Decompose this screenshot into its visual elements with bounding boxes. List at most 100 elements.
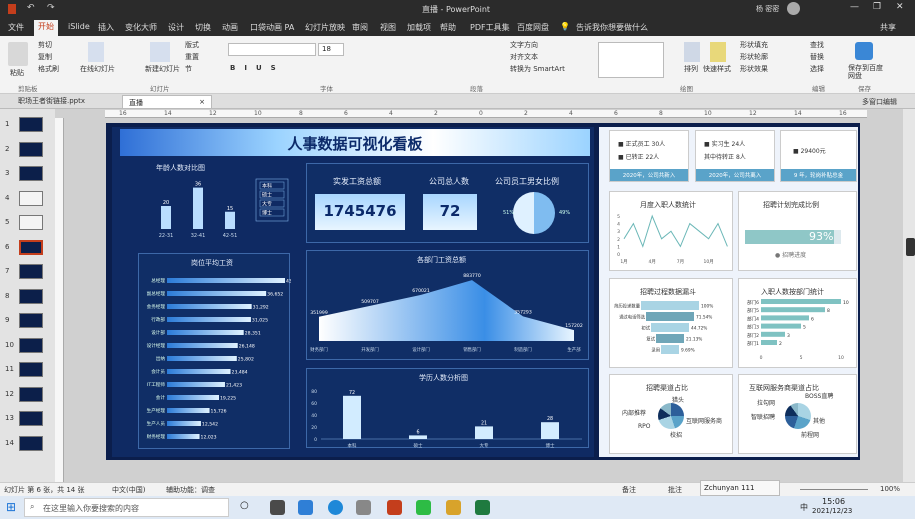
- baidu-save-button[interactable]: 保存到百度网盘: [848, 64, 884, 80]
- new-slide-button[interactable]: 新建幻灯片: [145, 64, 180, 74]
- clock-date[interactable]: 2021/12/23: [812, 507, 852, 515]
- slide[interactable]: 人事数据可视化看板 年龄人数对比图 20 22-31 36 32-41 15 42-51 本…: [106, 123, 860, 460]
- tell-me-search[interactable]: 告诉我你想要做什么: [576, 22, 648, 33]
- wechat-icon[interactable]: [416, 500, 431, 515]
- font-style-buttons[interactable]: BIUS: [230, 64, 285, 72]
- tab-close-icon[interactable]: ×: [199, 98, 205, 106]
- slide-thumbnail[interactable]: [19, 386, 43, 402]
- reset-button[interactable]: 重置: [185, 52, 199, 62]
- online-slide-icon[interactable]: [88, 42, 104, 62]
- doc-tab-2[interactable]: 直播 ×: [122, 95, 212, 109]
- new-slide-icon[interactable]: [150, 42, 170, 62]
- slide-thumbnail[interactable]: [19, 264, 43, 279]
- close-icon[interactable]: ✕: [896, 2, 904, 12]
- slide-thumbnail[interactable]: [19, 117, 43, 132]
- baidu-save-icon[interactable]: [855, 42, 873, 60]
- settings-icon[interactable]: [356, 500, 371, 515]
- maximize-icon[interactable]: ❐: [873, 2, 881, 12]
- menu-transition[interactable]: 切换: [195, 22, 211, 33]
- redo-icon[interactable]: ↷: [47, 3, 55, 13]
- menu-file[interactable]: 文件: [8, 22, 24, 33]
- find-button[interactable]: 查找: [810, 40, 824, 50]
- menu-view[interactable]: 视图: [380, 22, 396, 33]
- replace-button[interactable]: 替换: [810, 52, 824, 62]
- menu-help[interactable]: 帮助: [440, 22, 456, 33]
- share-button[interactable]: 共享: [880, 22, 896, 33]
- slide-thumbnail[interactable]: [19, 215, 43, 230]
- format-painter-button[interactable]: 格式刷: [38, 64, 59, 74]
- powerpoint-icon[interactable]: [387, 500, 402, 515]
- shape-fill-button[interactable]: 形状填充: [740, 40, 768, 50]
- slide-thumbnail[interactable]: [19, 166, 43, 181]
- menu-pdf-tools[interactable]: PDF工具集: [470, 22, 510, 33]
- paste-icon[interactable]: [8, 42, 28, 66]
- menu-slideshow[interactable]: 幻灯片放映: [305, 22, 345, 33]
- slide-thumbnail[interactable]: [19, 411, 43, 426]
- shape-effect-button[interactable]: 形状效果: [740, 64, 768, 74]
- taskbar-app-1[interactable]: [270, 500, 285, 515]
- align-text-button[interactable]: 对齐文本: [510, 52, 538, 62]
- menu-baidu[interactable]: 百度网盘: [517, 22, 549, 33]
- menu-pocket-animation[interactable]: 口袋动画 PA: [250, 22, 294, 33]
- text-direction-button[interactable]: 文字方向: [510, 40, 538, 50]
- age-bar-label: 36: [195, 182, 201, 188]
- taskbar-search[interactable]: ⌕ 在这里输入你要搜索的内容: [24, 498, 229, 517]
- slide-thumbnail[interactable]: [19, 288, 43, 304]
- excel-icon[interactable]: [475, 500, 490, 515]
- language-status[interactable]: 中文(中国): [112, 485, 145, 495]
- notes-button[interactable]: 备注: [622, 485, 636, 495]
- arrange-icon[interactable]: [684, 42, 700, 62]
- slide-thumbnail[interactable]: [19, 141, 43, 157]
- cut-button[interactable]: 剪切: [38, 40, 52, 50]
- menu-change-master[interactable]: 变化大师: [125, 22, 157, 33]
- slide-thumbnail[interactable]: [19, 239, 43, 255]
- paste-button[interactable]: 粘贴: [10, 68, 24, 78]
- shape-outline-button[interactable]: 形状轮廓: [740, 52, 768, 62]
- menu-design[interactable]: 设计: [168, 22, 184, 33]
- slide-thumbnail[interactable]: [19, 435, 43, 451]
- slide-thumbnail[interactable]: [19, 362, 43, 377]
- taskbar-app-2[interactable]: [298, 500, 313, 515]
- menu-review[interactable]: 审阅: [352, 22, 368, 33]
- menu-animation[interactable]: 动画: [222, 22, 238, 33]
- accessibility-status[interactable]: 辅助功能：调查: [166, 485, 215, 495]
- user-name[interactable]: 杨 密密: [756, 4, 779, 14]
- multi-window-button[interactable]: 多窗口编辑: [862, 97, 897, 107]
- shapes-gallery[interactable]: [598, 42, 664, 78]
- save-icon[interactable]: [8, 4, 16, 14]
- clock-time[interactable]: 15:06: [822, 497, 845, 506]
- zoom-slider[interactable]: [800, 489, 868, 490]
- ime-indicator[interactable]: 中: [800, 502, 808, 513]
- font-name-field[interactable]: [228, 43, 316, 56]
- menu-home[interactable]: 开始: [34, 20, 58, 36]
- edge-icon[interactable]: [328, 500, 343, 515]
- avatar[interactable]: [787, 2, 800, 15]
- arrange-button[interactable]: 排列: [684, 64, 698, 74]
- task-view-icon[interactable]: ○: [240, 500, 249, 511]
- user-popup[interactable]: Zchunyan 111: [700, 480, 780, 496]
- slide-thumbnail[interactable]: [19, 190, 43, 206]
- font-size-field[interactable]: 18: [318, 43, 344, 56]
- smartart-button[interactable]: 转换为 SmartArt: [510, 64, 565, 74]
- layout-button[interactable]: 版式: [185, 40, 199, 50]
- minimize-icon[interactable]: —: [850, 2, 859, 12]
- windows-start-icon[interactable]: ⊞: [6, 500, 16, 514]
- doc-tab-1[interactable]: 职场王者街链接.pptx: [18, 96, 118, 108]
- undo-icon[interactable]: ↶: [27, 3, 35, 13]
- menu-addins[interactable]: 加载项: [407, 22, 431, 33]
- menu-islide[interactable]: iSlide: [68, 22, 90, 31]
- select-button[interactable]: 选择: [810, 64, 824, 74]
- slide-thumbnail[interactable]: [19, 337, 43, 353]
- quick-style-icon[interactable]: [710, 42, 726, 62]
- comments-button[interactable]: 批注: [668, 485, 682, 495]
- section-button[interactable]: 节: [185, 64, 192, 74]
- taskbar-app-7[interactable]: [446, 500, 461, 515]
- online-slide-button[interactable]: 在线幻灯片: [80, 64, 115, 74]
- edu-y-tick: 20: [311, 425, 317, 431]
- quick-style-button[interactable]: 快速样式: [703, 64, 731, 74]
- copy-button[interactable]: 复制: [38, 52, 52, 62]
- zoom-level[interactable]: 100%: [880, 485, 900, 493]
- slide-thumbnail[interactable]: [19, 313, 43, 328]
- side-panel-toggle[interactable]: [906, 238, 915, 256]
- menu-insert[interactable]: 插入: [98, 22, 114, 33]
